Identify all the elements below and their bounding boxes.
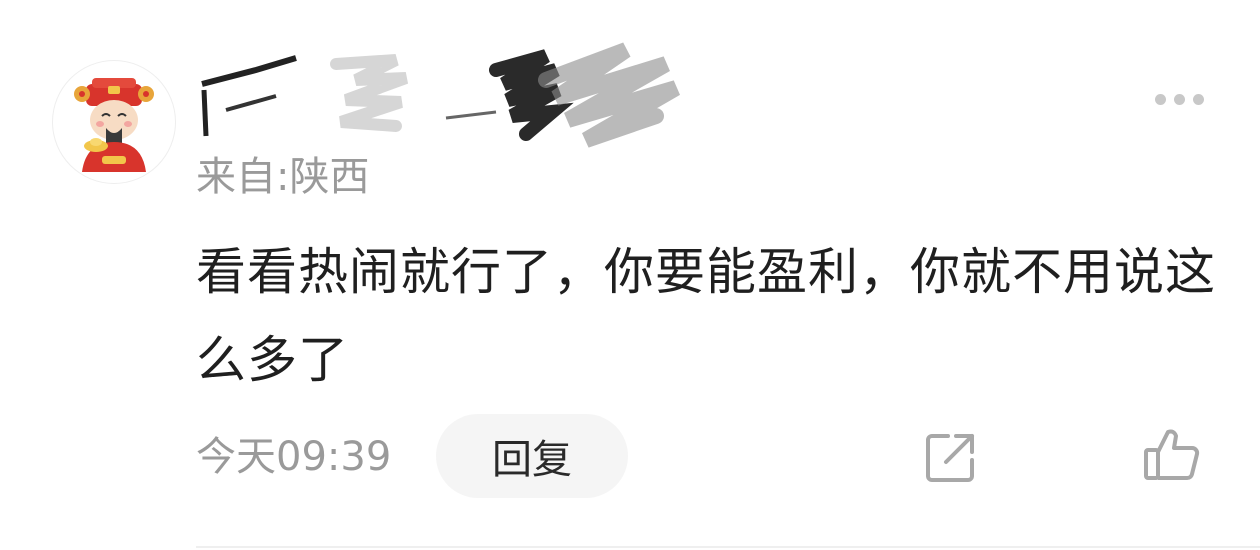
avatar[interactable] [52, 60, 176, 184]
redaction-scribble [201, 42, 681, 148]
divider [196, 546, 1260, 548]
god-of-wealth-avatar-icon [74, 78, 154, 172]
more-dots-icon [1192, 93, 1204, 105]
thumbs-up-icon [1144, 429, 1200, 480]
more-dots-icon [1173, 93, 1185, 105]
more-options-button[interactable] [1144, 84, 1214, 114]
share-icon [926, 434, 974, 482]
comment-text: 看看热闹就行了，你要能盈利，你就不用说这么多了 [196, 243, 1216, 389]
username-redacted[interactable] [196, 40, 696, 150]
reply-button[interactable]: 回复 [436, 414, 628, 498]
timestamp: 今天09:39 [196, 434, 392, 480]
like-button[interactable] [1140, 424, 1202, 486]
share-button[interactable] [922, 428, 980, 486]
more-dots-icon [1154, 93, 1166, 105]
comment-item: 来自:陕西 看看热闹就行了，你要能盈利，你就不用说这么多了 今天09:39 回复 [0, 0, 1260, 550]
location-label: 来自:陕西 [196, 154, 370, 200]
